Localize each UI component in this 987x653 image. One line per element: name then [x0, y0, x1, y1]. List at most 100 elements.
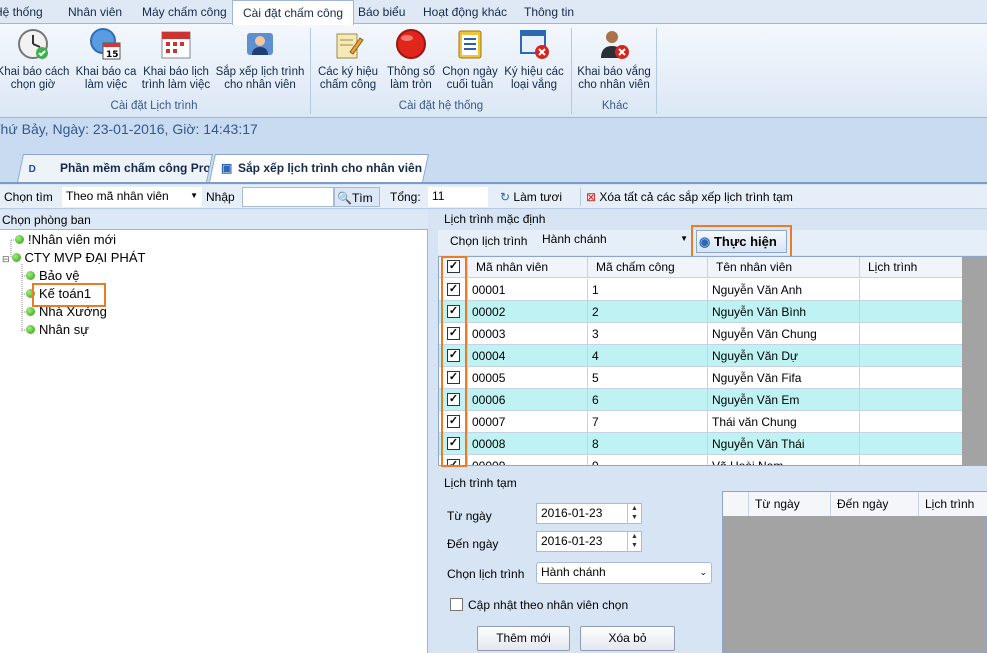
table-row[interactable]: ✓ 00009 9 Võ Hoài Nam — [439, 455, 963, 465]
table-row[interactable]: ✓ 00008 8 Nguyễn Văn Thái — [439, 433, 963, 455]
grid-scroll-area[interactable] — [962, 257, 987, 465]
date-time-text: Thứ Bảy, Ngày: 23-01-2016, Giờ: 14:43:17 — [0, 121, 258, 137]
total-value: 11 — [428, 187, 488, 207]
column-ma-nhan-vien[interactable]: Mã nhân viên — [468, 257, 588, 278]
dropdown-arrow-icon: ▼ — [190, 191, 198, 200]
tree-node-label: Nhân sự — [39, 322, 89, 337]
table-row[interactable]: ✓ 00007 7 Thái văn Chung — [439, 411, 963, 433]
update-checkbox[interactable] — [450, 598, 463, 611]
temp-column-lich-trinh[interactable]: Lịch trình — [919, 492, 987, 516]
clear-temp-schedules-button[interactable]: ⊠ Xóa tất cả các sắp xếp lịch trình tạm — [586, 187, 793, 207]
table-cell: 00004 — [468, 345, 588, 367]
table-row[interactable]: ✓ 00003 3 Nguyễn Văn Chung — [439, 323, 963, 345]
thong-so-lam-tron-button[interactable]: Thông số làm tròn — [382, 28, 440, 96]
add-new-button[interactable]: Thêm mới — [477, 626, 570, 651]
menu-bao-bieu[interactable]: Báo biểu — [358, 0, 405, 24]
menu-nhan-vien[interactable]: Nhân viên — [68, 0, 122, 24]
menu-cai-dat-cham-cong[interactable]: Cài đặt chấm công — [232, 0, 355, 25]
spin-icon[interactable]: ▲ ▼ — [627, 532, 641, 552]
temp-column-den-ngay[interactable]: Đến ngày — [831, 492, 919, 516]
tree-node-cty-mvp[interactable]: ⊟ CTY MVP ĐẠI PHÁT — [2, 249, 145, 267]
table-cell: 00005 — [468, 367, 588, 389]
chon-ngay-cuoi-tuan-button[interactable]: Chọn ngày cuối tuần — [440, 28, 500, 96]
dropdown-arrow-icon: ▼ — [680, 234, 688, 243]
to-date-label: Đến ngày — [447, 537, 499, 551]
employee-grid: ✓ Mã nhân viên Mã chấm công Tên nhân viê… — [438, 256, 987, 466]
menu-thong-tin[interactable]: Thông tin — [524, 0, 574, 24]
refresh-button[interactable]: ↻ Làm tươi — [500, 187, 562, 207]
menu-may-cham-cong[interactable]: Máy chấm công — [142, 0, 227, 24]
cac-ky-hieu-button[interactable]: Các ký hiệu chấm công — [316, 28, 380, 96]
calendar-icon — [161, 31, 191, 59]
total-label: Tổng: — [390, 190, 421, 204]
table-cell: 8 — [588, 433, 708, 455]
group-label-khac: Khác — [601, 100, 629, 112]
from-date-input[interactable]: 2016-01-23 ▲ ▼ — [536, 503, 642, 524]
schedule-select-value: Hành chánh — [542, 232, 607, 246]
temp-schedule-select[interactable]: Hành chánh ⌄ — [536, 562, 712, 584]
column-lich-trinh[interactable]: Lịch trình — [860, 257, 963, 278]
toolbar: Chọn tìm Theo mã nhân viên ▼ Nhập 🔍Tìm Tổ… — [0, 185, 987, 209]
sap-xep-lich-trinh-button[interactable]: Sắp xếp lịch trình cho nhân viên — [214, 28, 306, 96]
search-input[interactable] — [242, 187, 334, 207]
table-row[interactable]: ✓ 00005 5 Nguyễn Văn Fifa — [439, 367, 963, 389]
table-cell — [860, 433, 963, 455]
tree-node-nhan-vien-moi[interactable]: !Nhân viên mới — [15, 231, 116, 249]
spin-icon[interactable]: ▲ ▼ — [627, 504, 641, 524]
table-cell: 00007 — [468, 411, 588, 433]
delete-button[interactable]: Xóa bỏ — [580, 626, 675, 651]
find-button[interactable]: 🔍Tìm — [334, 187, 380, 207]
window-delete-icon — [520, 30, 549, 59]
update-checkbox-label: Cập nhật theo nhân viên chọn — [468, 598, 629, 612]
table-cell — [860, 345, 963, 367]
date-time-bar: Thứ Bảy, Ngày: 23-01-2016, Giờ: 14:43:17 — [0, 118, 987, 146]
ky-hieu-cac-loai-vang-button[interactable]: Ký hiệu các loại vắng — [502, 28, 566, 96]
schedule-select[interactable]: Hành chánh ▼ — [538, 230, 690, 250]
table-cell: 9 — [588, 455, 708, 465]
temp-schedule-header: Lịch trình tạm — [444, 476, 517, 490]
to-date-input[interactable]: 2016-01-23 ▲ ▼ — [536, 531, 642, 552]
table-cell — [860, 455, 963, 465]
table-row[interactable]: ✓ 00004 4 Nguyễn Văn Dự — [439, 345, 963, 367]
table-cell — [860, 323, 963, 345]
column-ma-cham-cong[interactable]: Mã chấm công — [588, 257, 708, 278]
table-row[interactable]: ✓ 00002 2 Nguyễn Văn Bình — [439, 301, 963, 323]
temp-schedule-select-label: Chọn lịch trình — [447, 567, 525, 581]
table-cell: Nguyễn Văn Thái — [708, 433, 860, 455]
table-cell: Nguyễn Văn Anh — [708, 279, 860, 301]
temp-column-tu-ngay[interactable]: Từ ngày — [749, 492, 831, 516]
tree-node-label: Bảo vệ — [39, 268, 80, 283]
execute-button[interactable]: ◉ Thực hiện — [696, 230, 787, 253]
schedule-select-label: Chọn lịch trình — [450, 234, 528, 248]
document-tabs: D Phần mềm chấm công Pro ▣ Sắp xếp lịch … — [0, 146, 987, 184]
input-label: Nhập — [206, 190, 235, 204]
chon-ngay-cuoi-tuan-label: Chọn ngày cuối tuần — [442, 66, 498, 91]
refresh-label: Làm tươi — [513, 190, 562, 204]
khai-bao-cach-chon-gio-button[interactable]: Khai báo cách chọn giờ — [0, 28, 70, 96]
menu-he-thong[interactable]: Hệ thống — [0, 0, 43, 24]
note-pencil-icon — [336, 33, 364, 59]
tab-phan-mem-cham-cong[interactable]: D Phần mềm chấm công Pro — [17, 154, 213, 182]
column-ten-nhan-vien[interactable]: Tên nhân viên — [708, 257, 860, 278]
table-row[interactable]: ✓ 00001 1 Nguyễn Văn Anh — [439, 279, 963, 301]
search-by-select[interactable]: Theo mã nhân viên ▼ — [62, 187, 202, 207]
tree-node-label: !Nhân viên mới — [28, 232, 117, 247]
khai-bao-lich-trinh-button[interactable]: Khai báo lịch trình làm việc — [140, 28, 212, 96]
tree-node-nhan-su[interactable]: Nhân sự — [26, 321, 89, 339]
cac-ky-hieu-label: Các ký hiệu chấm công — [317, 66, 379, 91]
khai-bao-ca-lam-viec-button[interactable]: 15 Khai báo ca làm việc — [74, 28, 138, 96]
ribbon-separator — [656, 28, 657, 114]
khai-bao-vang-button[interactable]: Khai báo vắng cho nhân viên — [576, 28, 652, 96]
default-schedule-header: Lịch trình mặc định — [444, 212, 546, 226]
table-row[interactable]: ✓ 00006 6 Nguyễn Văn Em — [439, 389, 963, 411]
menu-hoat-dong-khac[interactable]: Hoạt động khác — [423, 0, 507, 24]
user-schedule-icon — [247, 33, 273, 55]
from-date-label: Từ ngày — [447, 509, 492, 523]
table-cell — [860, 389, 963, 411]
tab-sap-xep-lich-trinh[interactable]: ▣ Sắp xếp lịch trình cho nhân viên ✕ — [209, 154, 429, 182]
table-cell: 6 — [588, 389, 708, 411]
group-label-he-thong: Cài đặt hệ thống — [398, 100, 484, 112]
table-cell: 00009 — [468, 455, 588, 465]
to-date-value: 2016-01-23 — [541, 534, 603, 548]
find-label: Tìm — [351, 191, 373, 205]
